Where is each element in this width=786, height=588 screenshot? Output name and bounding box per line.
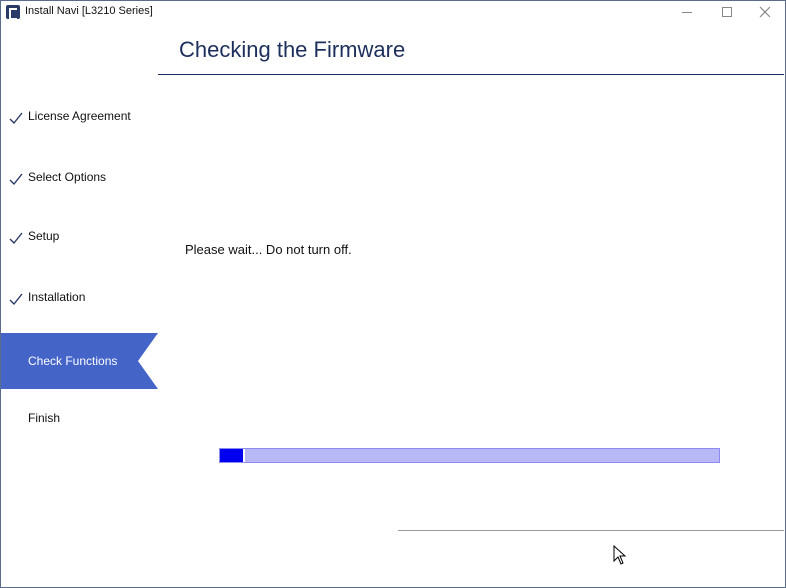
window-title: Install Navi [L3210 Series] [25, 5, 153, 17]
checkmark-icon [9, 112, 23, 125]
progress-bar-fill [220, 449, 245, 462]
step-sidebar: License Agreement Select Options Setup I… [1, 75, 158, 575]
step-setup: Setup [1, 207, 158, 263]
step-label: Check Functions [28, 354, 118, 368]
page-title: Checking the Firmware [179, 37, 406, 62]
step-select-options: Select Options [1, 148, 158, 204]
footer-divider [398, 530, 784, 531]
step-label: Finish [28, 411, 61, 425]
maximize-button[interactable] [707, 1, 747, 23]
close-icon [759, 6, 771, 18]
checkmark-icon [9, 173, 23, 186]
minimize-button[interactable] [667, 1, 707, 23]
step-label: Installation [28, 290, 86, 304]
status-message: Please wait... Do not turn off. [185, 242, 352, 257]
checkmark-icon [9, 232, 23, 245]
mouse-cursor-icon [613, 545, 627, 565]
step-label: License Agreement [28, 109, 131, 123]
title-bar[interactable]: Install Navi [L3210 Series] [1, 1, 785, 23]
progress-bar [219, 448, 720, 463]
installer-window: Install Navi [L3210 Series] Checking the… [0, 0, 786, 588]
step-license-agreement: License Agreement [1, 87, 158, 143]
header-divider [158, 74, 784, 75]
checkmark-icon [9, 293, 23, 306]
minimize-icon [682, 11, 692, 13]
app-icon [6, 5, 20, 20]
close-button[interactable] [745, 1, 785, 23]
step-label: Select Options [28, 170, 107, 184]
step-check-functions: Check Functions [1, 333, 158, 389]
step-installation: Installation [1, 268, 158, 324]
step-label: Setup [28, 229, 60, 243]
maximize-icon [722, 7, 732, 17]
step-finish: Finish [1, 389, 158, 445]
